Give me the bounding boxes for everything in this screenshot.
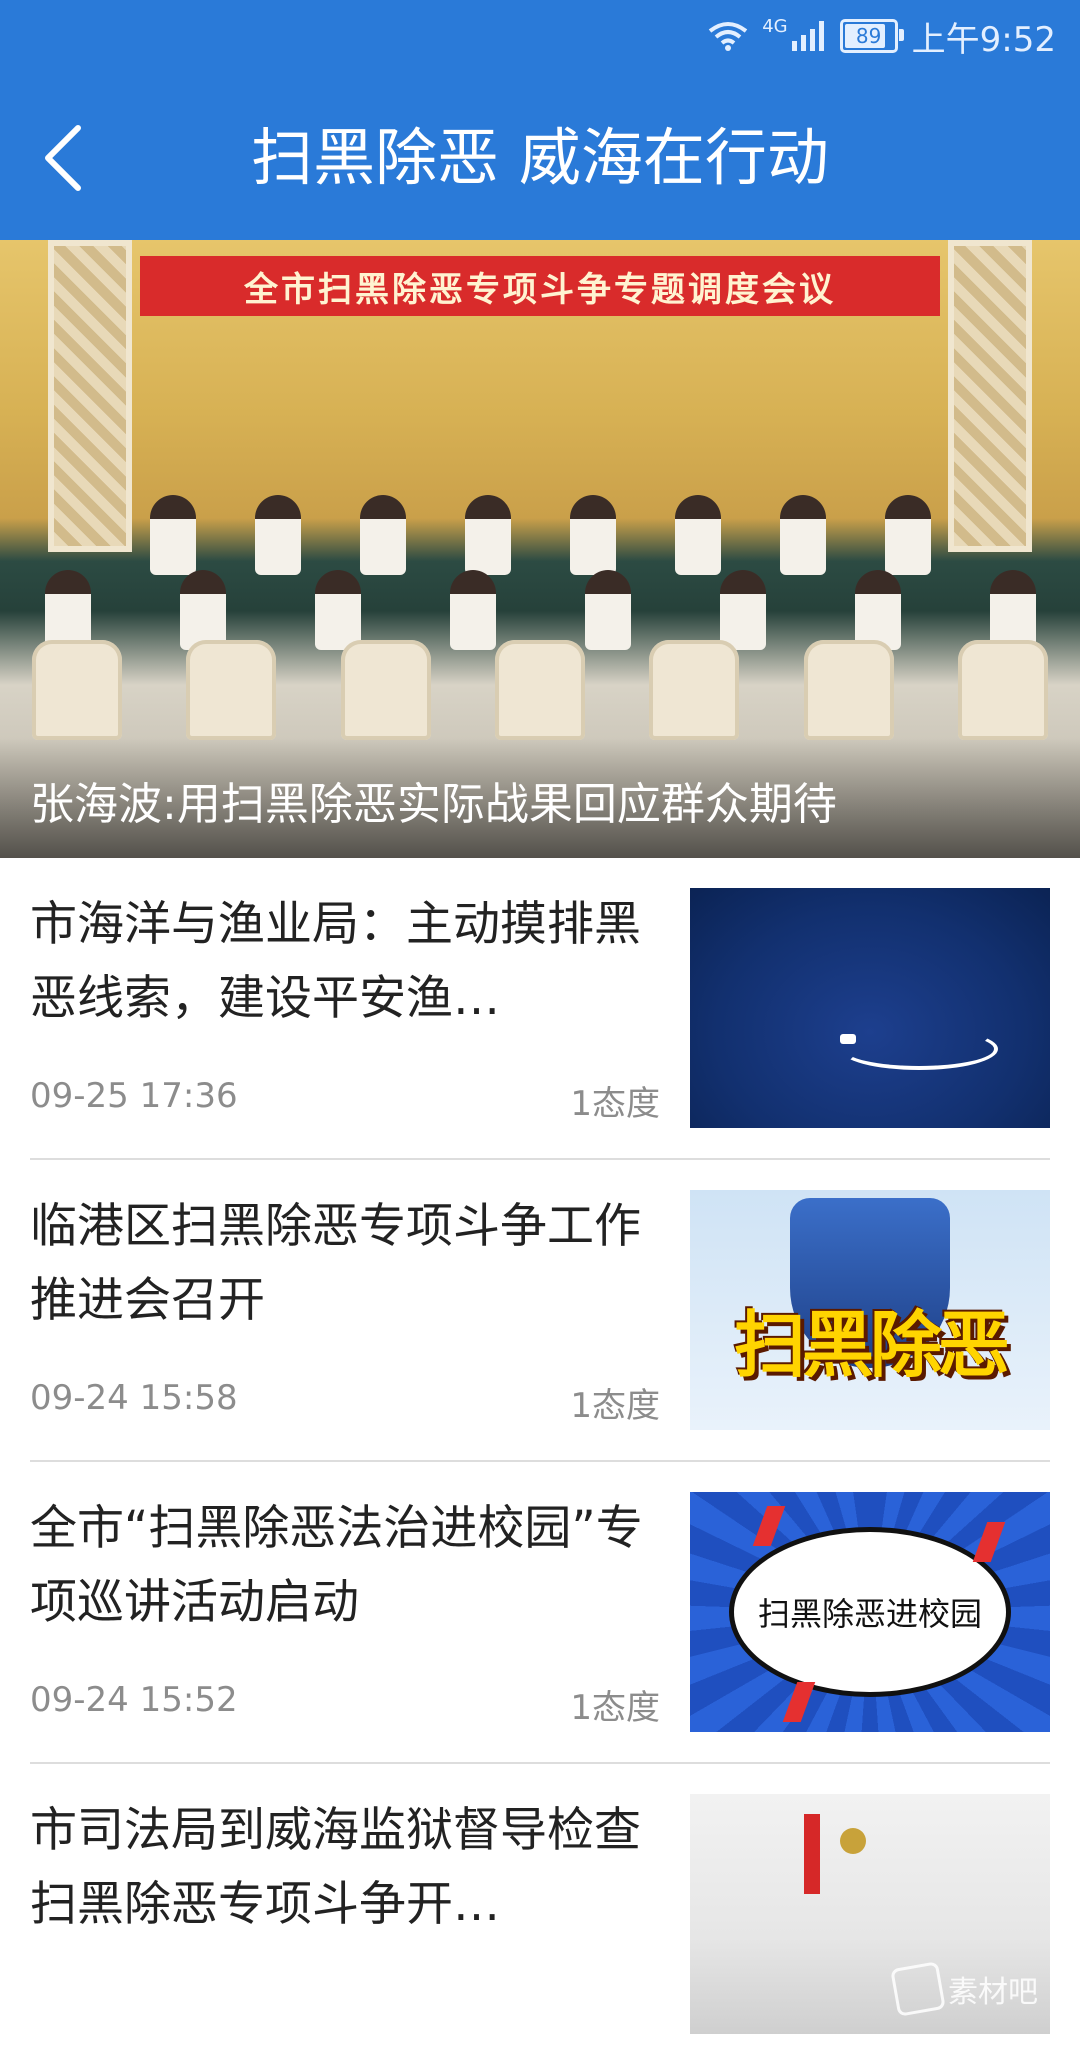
news-date: 09-24 15:58 (30, 1378, 238, 1418)
list-item[interactable]: 市司法局到威海监狱督导检查扫黑除恶专项斗争开… 素材吧 (0, 1764, 1080, 2066)
lightning-icon (782, 1682, 816, 1722)
news-date: 09-25 17:36 (30, 1076, 238, 1116)
hero-article[interactable]: 全市扫黑除恶专项斗争专题调度会议 张海波:用扫黑除恶实际战果回应群众期待 (0, 240, 1080, 858)
lightning-icon (972, 1522, 1006, 1562)
news-thumbnail: 扫黑除恶 (690, 1190, 1050, 1430)
signal-icon (791, 21, 826, 51)
network-type-label: 4G (762, 15, 788, 37)
list-item[interactable]: 市海洋与渔业局：主动摸排黑恶线索，建设平安渔… 09-25 17:36 1态度 (0, 858, 1080, 1160)
status-bar: 4G 89 上午9:52 (708, 14, 1056, 60)
lightning-icon (752, 1506, 786, 1546)
news-thumbnail: 素材吧 (690, 1794, 1050, 2034)
news-date: 09-24 15:52 (30, 1680, 238, 1720)
wifi-icon (708, 21, 748, 51)
news-thumbnail: 扫黑除恶进校园 (690, 1492, 1050, 1732)
news-attitude-count: 1态度 (570, 1084, 660, 1124)
hero-caption: 张海波:用扫黑除恶实际战果回应群众期待 (0, 738, 1080, 858)
news-attitude-count: 1态度 (570, 1688, 660, 1728)
emblem-icon (840, 1828, 866, 1854)
thumbnail-text: 扫黑除恶进校园 (734, 1532, 1006, 1692)
hero-caption-text: 张海波:用扫黑除恶实际战果回应群众期待 (30, 779, 837, 830)
list-item[interactable]: 全市“扫黑除恶法治进校园”专项巡讲活动启动 09-24 15:52 1态度 扫黑… (0, 1462, 1080, 1764)
watermark: 素材吧 (890, 1954, 1044, 2024)
news-list: 市海洋与渔业局：主动摸排黑恶线索，建设平安渔… 09-25 17:36 1态度 … (0, 858, 1080, 2066)
news-title: 全市“扫黑除恶法治进校园”专项巡讲活动启动 (30, 1501, 643, 1630)
flag-icon (804, 1814, 820, 1894)
thumbnail-text: 扫黑除恶 (733, 1303, 1010, 1387)
clock: 上午9:52 (911, 19, 1056, 60)
battery-level: 89 (855, 24, 882, 48)
watermark-logo-icon (890, 1961, 946, 2017)
news-attitude-count: 1态度 (570, 1386, 660, 1426)
news-title: 市海洋与渔业局：主动摸排黑恶线索，建设平安渔… (30, 897, 641, 1026)
page-title: 扫黑除恶 威海在行动 (251, 121, 829, 194)
app-header: 4G 89 上午9:52 扫黑除恶 威海在行动 (0, 0, 1080, 240)
battery-icon: 89 (839, 19, 904, 53)
hero-banner: 全市扫黑除恶专项斗争专题调度会议 (140, 256, 940, 316)
list-item[interactable]: 临港区扫黑除恶专项斗争工作推进会召开 09-24 15:58 1态度 扫黑除恶 (0, 1160, 1080, 1462)
news-title: 临港区扫黑除恶专项斗争工作推进会召开 (30, 1199, 641, 1328)
news-thumbnail (690, 888, 1050, 1128)
